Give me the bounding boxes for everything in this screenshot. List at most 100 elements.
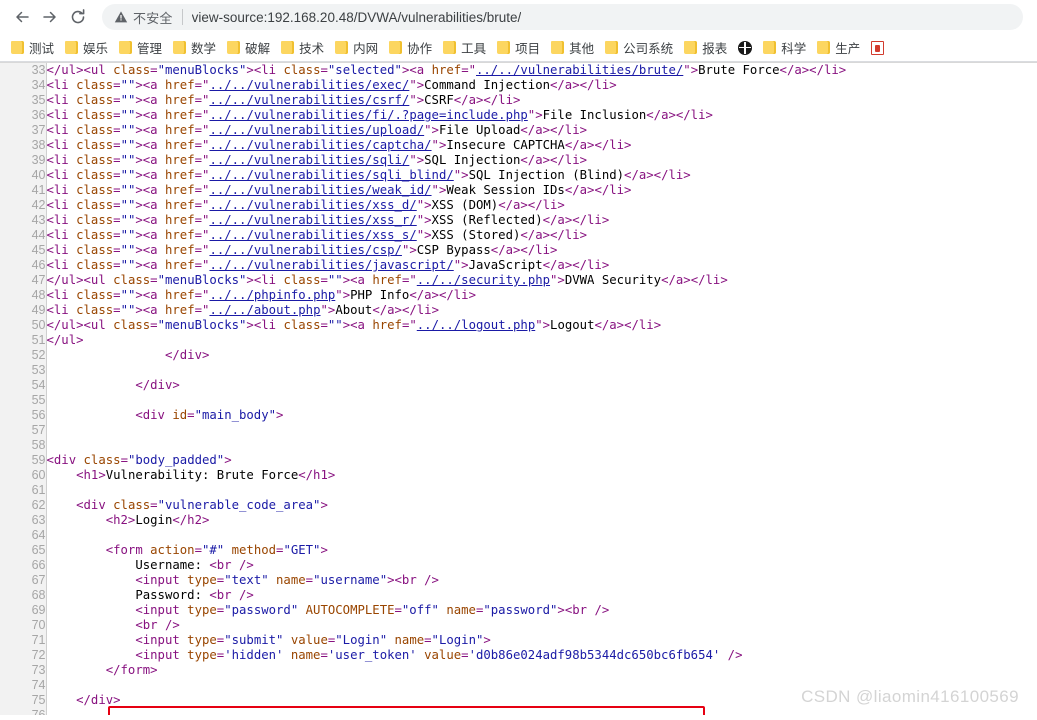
bookmark-item-工具[interactable]: 工具 bbox=[438, 37, 491, 59]
line-content[interactable]: <li class=""><a href="../../vulnerabilit… bbox=[46, 108, 1037, 123]
bookmark-item-globe-icon[interactable] bbox=[733, 37, 757, 59]
line-content[interactable]: <li class=""><a href="../../vulnerabilit… bbox=[46, 243, 1037, 258]
bookmark-item-生产[interactable]: 生产 bbox=[812, 37, 865, 59]
source-link[interactable]: ../../about.php bbox=[209, 303, 320, 317]
line-content[interactable] bbox=[46, 708, 1037, 715]
bookmark-item-公司系统[interactable]: 公司系统 bbox=[600, 37, 678, 59]
source-token: class bbox=[113, 273, 151, 287]
line-content[interactable]: </ul><ul class="menuBlocks"><li class="s… bbox=[46, 63, 1037, 78]
url-text[interactable]: view-source:192.168.20.48/DVWA/vulnerabi… bbox=[192, 10, 522, 25]
bookmark-item-报表[interactable]: 报表 bbox=[679, 37, 732, 59]
security-status[interactable]: 不安全 bbox=[114, 8, 173, 27]
bookmark-item-内网[interactable]: 内网 bbox=[330, 37, 383, 59]
line-content[interactable]: </form> bbox=[46, 663, 1037, 678]
source-token: Weak Session IDs bbox=[446, 183, 565, 197]
bookmark-item-管理[interactable]: 管理 bbox=[114, 37, 167, 59]
source-link[interactable]: ../../vulnerabilities/xss_s/ bbox=[209, 228, 416, 242]
line-content[interactable]: <input type="text" name="username"><br /… bbox=[46, 573, 1037, 588]
bookmark-item-技术[interactable]: 技术 bbox=[276, 37, 329, 59]
source-link[interactable]: ../../vulnerabilities/javascript/ bbox=[209, 258, 453, 272]
line-content[interactable]: </ul> bbox=[46, 333, 1037, 348]
bookmark-item-其他[interactable]: 其他 bbox=[546, 37, 599, 59]
line-content[interactable]: Password: <br /> bbox=[46, 588, 1037, 603]
bookmark-item-项目[interactable]: 项目 bbox=[492, 37, 545, 59]
line-number: 46 bbox=[0, 258, 47, 273]
line-content[interactable]: <li class=""><a href="../../vulnerabilit… bbox=[46, 168, 1037, 183]
source-link[interactable]: ../../vulnerabilities/brute/ bbox=[476, 63, 683, 77]
source-link[interactable]: ../../vulnerabilities/upload/ bbox=[209, 123, 424, 137]
source-token: "vulnerable_code_area" bbox=[157, 498, 321, 512]
source-token: > bbox=[483, 633, 491, 647]
line-content[interactable]: <form action="#" method="GET"> bbox=[46, 543, 1037, 558]
line-content[interactable]: <li class=""><a href="../../vulnerabilit… bbox=[46, 138, 1037, 153]
bookmark-item-科学[interactable]: 科学 bbox=[758, 37, 811, 59]
source-token: ><a bbox=[135, 288, 165, 302]
line-content[interactable]: <li class=""><a href="../../vulnerabilit… bbox=[46, 153, 1037, 168]
line-content[interactable] bbox=[46, 528, 1037, 543]
line-content[interactable]: <h1>Vulnerability: Brute Force</h1> bbox=[46, 468, 1037, 483]
source-token: ><a bbox=[135, 93, 165, 107]
line-content[interactable]: <li class=""><a href="../../phpinfo.php"… bbox=[46, 288, 1037, 303]
line-content[interactable] bbox=[46, 363, 1037, 378]
line-content[interactable]: </ul><ul class="menuBlocks"><li class=""… bbox=[46, 318, 1037, 333]
reload-button[interactable] bbox=[64, 3, 92, 31]
source-link[interactable]: ../../vulnerabilities/sqli_blind/ bbox=[209, 168, 453, 182]
line-content[interactable]: </div> bbox=[46, 348, 1037, 363]
source-link[interactable]: ../../vulnerabilities/exec/ bbox=[209, 78, 409, 92]
bookmark-item-数学[interactable]: 数学 bbox=[168, 37, 221, 59]
line-content[interactable]: Username: <br /> bbox=[46, 558, 1037, 573]
line-number: 56 bbox=[0, 408, 47, 423]
back-button[interactable] bbox=[8, 3, 36, 31]
line-number: 39 bbox=[0, 153, 47, 168]
line-content[interactable]: <input type="submit" value="Login" name=… bbox=[46, 633, 1037, 648]
source-token: href bbox=[431, 63, 462, 77]
bookmark-item-破解[interactable]: 破解 bbox=[222, 37, 275, 59]
line-content[interactable]: <li class=""><a href="../../vulnerabilit… bbox=[46, 183, 1037, 198]
line-content[interactable]: <input type='hidden' name='user_token' v… bbox=[46, 648, 1037, 663]
bookmark-item-pdf-icon[interactable] bbox=[866, 37, 889, 59]
bookmark-item-协作[interactable]: 协作 bbox=[384, 37, 437, 59]
line-content[interactable]: <div class="body_padded"> bbox=[46, 453, 1037, 468]
source-link[interactable]: ../../phpinfo.php bbox=[209, 288, 335, 302]
source-token: CSP Bypass bbox=[416, 243, 491, 257]
source-token: Insecure CAPTCHA bbox=[446, 138, 565, 152]
line-content[interactable]: <div class="vulnerable_code_area"> bbox=[46, 498, 1037, 513]
source-link[interactable]: ../../vulnerabilities/csp/ bbox=[209, 243, 402, 257]
line-content[interactable]: <br /> bbox=[46, 618, 1037, 633]
source-link[interactable]: ../../vulnerabilities/sqli/ bbox=[209, 153, 409, 167]
line-content[interactable]: <h2>Login</h2> bbox=[46, 513, 1037, 528]
source-token bbox=[417, 648, 424, 662]
line-content[interactable]: <li class=""><a href="../../vulnerabilit… bbox=[46, 93, 1037, 108]
source-link[interactable]: ../../vulnerabilities/weak_id/ bbox=[209, 183, 431, 197]
line-content[interactable] bbox=[46, 483, 1037, 498]
folder-icon bbox=[443, 41, 457, 54]
browser-toolbar: 不安全 view-source:192.168.20.48/DVWA/vulne… bbox=[0, 0, 1037, 34]
line-content[interactable]: <li class=""><a href="../../vulnerabilit… bbox=[46, 258, 1037, 273]
line-content[interactable]: </ul><ul class="menuBlocks"><li class=""… bbox=[46, 273, 1037, 288]
code-line: 62 <div class="vulnerable_code_area"> bbox=[0, 498, 1037, 513]
bookmark-item-娱乐[interactable]: 娱乐 bbox=[60, 37, 113, 59]
line-content[interactable] bbox=[46, 438, 1037, 453]
source-link[interactable]: ../../logout.php bbox=[417, 318, 535, 332]
address-bar[interactable]: 不安全 view-source:192.168.20.48/DVWA/vulne… bbox=[102, 4, 1023, 30]
line-content[interactable]: <li class=""><a href="../../vulnerabilit… bbox=[46, 78, 1037, 93]
source-link[interactable]: ../../vulnerabilities/csrf/ bbox=[209, 93, 409, 107]
line-content[interactable]: <li class=""><a href="../../vulnerabilit… bbox=[46, 123, 1037, 138]
forward-button[interactable] bbox=[36, 3, 64, 31]
source-token: ><br /> bbox=[387, 573, 439, 587]
line-content[interactable]: <li class=""><a href="../../vulnerabilit… bbox=[46, 228, 1037, 243]
source-link[interactable]: ../../vulnerabilities/xss_r/ bbox=[209, 213, 416, 227]
line-content[interactable]: <li class=""><a href="../../about.php">A… bbox=[46, 303, 1037, 318]
line-content[interactable] bbox=[46, 393, 1037, 408]
source-link[interactable]: ../../vulnerabilities/fi/.?page=include.… bbox=[209, 108, 527, 122]
bookmark-item-测试[interactable]: 测试 bbox=[6, 37, 59, 59]
line-content[interactable]: <input type="password" AUTOCOMPLETE="off… bbox=[46, 603, 1037, 618]
source-link[interactable]: ../../security.php bbox=[417, 273, 550, 287]
source-link[interactable]: ../../vulnerabilities/captcha/ bbox=[209, 138, 431, 152]
line-content[interactable]: </div> bbox=[46, 378, 1037, 393]
line-content[interactable]: <div id="main_body"> bbox=[46, 408, 1037, 423]
line-content[interactable]: <li class=""><a href="../../vulnerabilit… bbox=[46, 213, 1037, 228]
line-content[interactable] bbox=[46, 423, 1037, 438]
source-link[interactable]: ../../vulnerabilities/xss_d/ bbox=[209, 198, 416, 212]
line-content[interactable]: <li class=""><a href="../../vulnerabilit… bbox=[46, 198, 1037, 213]
